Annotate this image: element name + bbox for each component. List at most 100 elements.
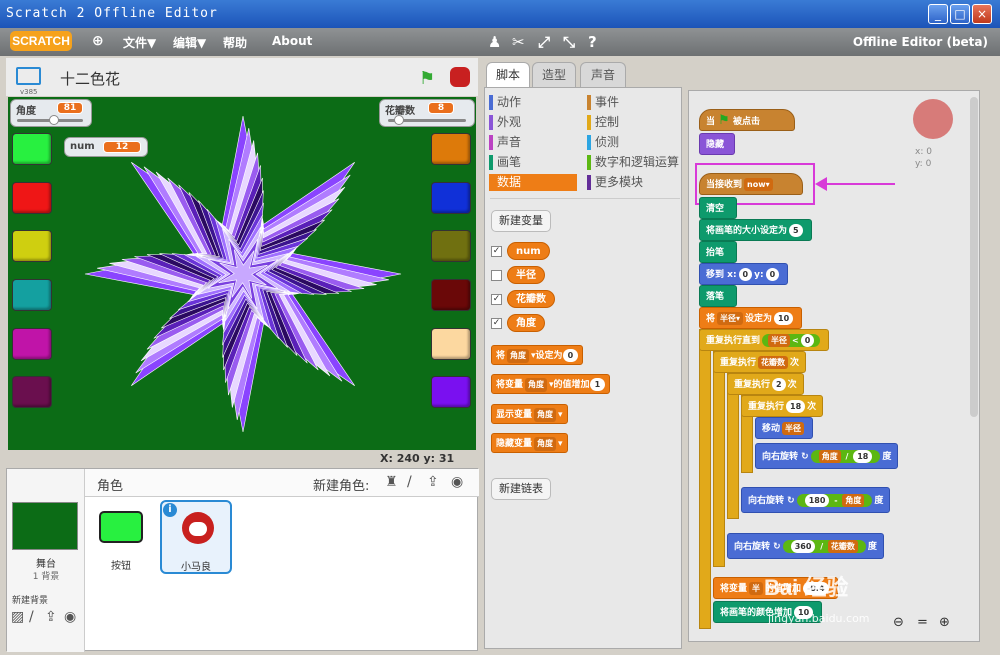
color-button-9[interactable] [431, 230, 471, 262]
when-flag-clicked-block[interactable]: 当 ⚑ 被点击 [699, 109, 795, 131]
turn-right-block[interactable]: 向右旋转 ↻ 180 - 角度度 [741, 487, 891, 513]
stage-canvas[interactable]: 角度 81 花瓣数 8 num 12 [8, 97, 476, 450]
color-button-5[interactable] [12, 328, 52, 360]
repeat-18-block[interactable]: 重复执行 18 次 [741, 395, 824, 417]
color-button-3[interactable] [12, 230, 52, 262]
pen-down-block[interactable]: 落笔 [699, 285, 737, 307]
menu-help[interactable]: 帮助 [223, 34, 247, 51]
minimize-button[interactable]: _ [928, 4, 948, 24]
grow-icon[interactable]: ⤢ [538, 33, 550, 51]
shrink-icon[interactable]: ⤡ [563, 33, 575, 51]
upload-sprite-icon[interactable]: ⇪ [427, 474, 439, 490]
repeat-petals-block[interactable]: 重复执行 花瓣数次 [713, 351, 807, 373]
maximize-button[interactable]: □ [950, 4, 970, 24]
camera-sprite-icon[interactable]: ◉ [451, 474, 463, 490]
sprite-preview-icon [913, 99, 953, 139]
color-button-4[interactable] [12, 279, 52, 311]
hide-variable-block[interactable]: 隐藏变量 角度 ▾ [491, 433, 568, 453]
variable-checkbox[interactable] [491, 270, 502, 281]
menu-file[interactable]: 文件▼ [123, 34, 156, 51]
stop-sign-icon[interactable] [450, 67, 470, 87]
zoom-out-icon[interactable]: ⊖ [893, 615, 904, 630]
stage-thumbnail[interactable] [12, 502, 78, 550]
turn-right-block[interactable]: 向右旋转 ↻ 角度 / 18 度 [755, 443, 899, 469]
sprite-face [189, 522, 207, 536]
variable-checkbox[interactable]: ✓ [491, 318, 502, 329]
sprite-library-icon[interactable]: ♜ [385, 474, 398, 490]
category-1[interactable]: 事件 [587, 94, 679, 111]
category-2[interactable]: 外观 [489, 114, 581, 131]
cut-scissors-icon[interactable]: ✂ [512, 33, 525, 51]
tab-costumes[interactable]: 造型 [532, 62, 576, 88]
menu-about[interactable]: About [272, 34, 312, 48]
color-button-1[interactable] [12, 133, 52, 165]
color-button-7[interactable] [431, 133, 471, 165]
annotation-arrow [825, 183, 895, 185]
tab-scripts[interactable]: 脚本 [486, 62, 530, 89]
color-button-11[interactable] [431, 328, 471, 360]
go-to-xy-block[interactable]: 移到 x: 0 y: 0 [699, 263, 789, 285]
variable-checkbox[interactable]: ✓ [491, 294, 502, 305]
variable-reporter[interactable]: 角度 [507, 314, 545, 332]
paint-sprite-icon[interactable]: / [407, 474, 412, 490]
scripts-area[interactable]: x: 0 y: 0 当 ⚑ 被点击 隐藏 当接收到 now▾ 清空 将画笔的大小设… [688, 90, 980, 642]
set-radius-block[interactable]: 将半径▾ 设定为 10 [699, 307, 803, 329]
repeat-until-block[interactable]: 重复执行直到 半径 <0 [699, 329, 830, 351]
repeat-2-block[interactable]: 重复执行 2 次 [727, 373, 804, 395]
pen-clear-block[interactable]: 清空 [699, 197, 737, 219]
help-question-icon[interactable]: ? [588, 33, 597, 51]
category-9[interactable]: 更多模块 [587, 174, 679, 191]
upload-icon[interactable]: ⇪ [45, 609, 57, 625]
scratch-logo[interactable]: SCRATCH [10, 31, 72, 51]
title-bar: Scratch 2 Offline Editor _ □ × [0, 0, 1000, 28]
menu-edit[interactable]: 编辑▼ [173, 34, 206, 51]
camera-icon[interactable]: ◉ [64, 609, 76, 625]
category-label: 动作 [497, 95, 522, 109]
new-list-button[interactable]: 新建链表 [491, 478, 551, 500]
sprite-tile-selected[interactable]: i 小马良 [160, 500, 232, 574]
monitor-label: 角度 [16, 106, 36, 117]
new-variable-button[interactable]: 新建变量 [491, 210, 551, 232]
info-icon[interactable]: i [163, 503, 177, 517]
zoom-in-icon[interactable]: ⊕ [939, 615, 950, 630]
category-color-bar [587, 95, 591, 110]
category-4[interactable]: 声音 [489, 134, 581, 151]
category-0[interactable]: 动作 [489, 94, 581, 111]
duplicate-stamp-icon[interactable]: ♟ [488, 33, 501, 51]
change-variable-block[interactable]: 将变量 角度 ▾的值增加 1 [491, 374, 611, 394]
variable-reporter[interactable]: num [507, 242, 550, 260]
color-button-12[interactable] [431, 376, 471, 408]
globe-icon[interactable]: ⊕ [92, 33, 104, 49]
variable-reporter[interactable]: 半径 [507, 266, 545, 284]
color-button-10[interactable] [431, 279, 471, 311]
color-button-6[interactable] [12, 376, 52, 408]
set-variable-block[interactable]: 将角度 ▾设定为 0 [491, 345, 584, 365]
turn-right-block[interactable]: 向右旋转 ↻ 360 / 花瓣数度 [727, 533, 884, 559]
tab-sounds[interactable]: 声音 [580, 62, 626, 88]
category-3[interactable]: 控制 [587, 114, 679, 131]
color-button-2[interactable] [12, 182, 52, 214]
show-variable-block[interactable]: 显示变量 角度 ▾ [491, 404, 568, 424]
project-title[interactable]: 十二色花 [60, 68, 120, 89]
variable-checkbox[interactable]: ✓ [491, 246, 502, 257]
set-pen-size-block[interactable]: 将画笔的大小设定为 5 [699, 219, 812, 241]
category-8[interactable]: 数据 [489, 174, 577, 191]
category-6[interactable]: 画笔 [489, 154, 581, 171]
reset-zoom-icon[interactable]: = [917, 615, 928, 630]
brush-icon[interactable]: / [29, 609, 34, 625]
variable-reporter[interactable]: 花瓣数 [507, 290, 555, 308]
close-button[interactable]: × [972, 4, 992, 24]
pen-up-block[interactable]: 抬笔 [699, 241, 737, 263]
vertical-scrollbar[interactable] [970, 97, 978, 417]
hide-block[interactable]: 隐藏 [699, 133, 735, 155]
green-flag-icon[interactable]: ⚑ [419, 68, 435, 89]
slider-handle[interactable] [49, 115, 59, 125]
move-block[interactable]: 移动 半径 [755, 417, 814, 439]
editor-panes: 脚本 造型 声音 动作 事件 外观 控制 声音 侦测 画笔 数字和逻辑运算 数据 更多模块 新建变… [480, 56, 1000, 655]
color-button-8[interactable] [431, 182, 471, 214]
category-7[interactable]: 数字和逻辑运算 [587, 154, 679, 171]
paint-backdrop-icon[interactable]: ▨ [11, 609, 24, 625]
category-5[interactable]: 侦测 [587, 134, 679, 151]
sprite-tile[interactable]: 按钮 [93, 503, 165, 577]
fullscreen-icon[interactable] [16, 67, 41, 85]
